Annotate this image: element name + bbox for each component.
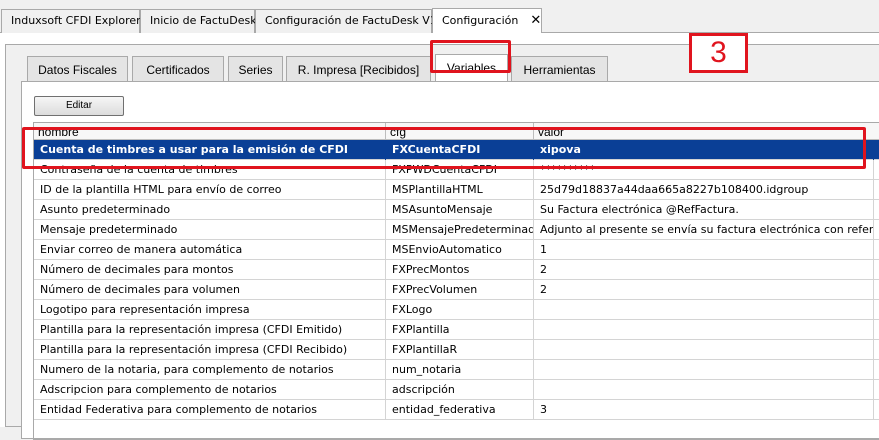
table-row[interactable]: Logotipo para representación impresa FXLo… — [34, 300, 879, 320]
cell-nombre: Numero de la notaria, para complemento d… — [34, 360, 386, 380]
table-row[interactable]: Asunto predeterminado MSAsuntoMensaje Su F… — [34, 200, 879, 220]
table-row[interactable]: Mensaje predeterminado MSMensajePredeterm… — [34, 220, 879, 240]
cell-valor: 25d79d18837a44daa665a8227b108400.idgroup — [534, 180, 874, 200]
grid-rows: Cuenta de timbres a usar para la emisión… — [34, 140, 879, 420]
table-row[interactable]: Enviar correo de manera automática MSEnvi… — [34, 240, 879, 260]
close-icon[interactable]: ✕ — [530, 13, 541, 28]
step-number-badge: 3 — [689, 33, 748, 73]
cell-cfg: FXLogo — [386, 300, 534, 320]
tab-label: Induxsoft CFDI Explorer — [11, 14, 141, 27]
cell-cfg: entidad_federativa — [386, 400, 534, 420]
table-row[interactable]: Numero de la notaria, para complemento d… — [34, 360, 879, 380]
tab-label: Herramientas — [523, 63, 596, 77]
cell-valor: 1 — [534, 240, 874, 260]
cell-valor: 2 — [534, 260, 874, 280]
tab-herramientas[interactable]: Herramientas — [511, 56, 608, 81]
cell-valor: 2 — [534, 280, 874, 300]
tab-label: Datos Fiscales — [38, 63, 117, 77]
cell-nombre: Número de decimales para montos — [34, 260, 386, 280]
tab-label: Certificados — [146, 63, 210, 77]
cell-cfg: FXPrecVolumen — [386, 280, 534, 300]
cell-valor: Su Factura electrónica @RefFactura. — [534, 200, 874, 220]
tab-inicio-factudesk[interactable]: Inicio de FactuDesk — [140, 9, 257, 33]
variables-grid[interactable]: nombre cfg valor Cuenta de timbres a usa… — [33, 122, 879, 440]
cell-cfg: FXPlantillaR — [386, 340, 534, 360]
table-row[interactable]: Número de decimales para montos FXPrecMon… — [34, 260, 879, 280]
cell-nombre: Logotipo para representación impresa — [34, 300, 386, 320]
table-row[interactable]: Número de decimales para volumen FXPrecVo… — [34, 280, 879, 300]
tab-configuracion[interactable]: Configuración ✕ — [432, 8, 542, 33]
cell-valor: 3 — [534, 400, 874, 420]
cell-nombre: Número de decimales para volumen — [34, 280, 386, 300]
table-row[interactable]: Adscripcion para complemento de notarios… — [34, 380, 879, 400]
cell-cfg: adscripción — [386, 380, 534, 400]
rows-highlight — [22, 127, 866, 169]
cell-nombre: Mensaje predeterminado — [34, 220, 386, 240]
cell-cfg: FXPlantilla — [386, 320, 534, 340]
configuration-panel: Datos Fiscales Certificados Series R. Im… — [0, 33, 879, 440]
tab-series[interactable]: Series — [228, 56, 283, 81]
tab-label: Configuración de FactuDesk V10 — [265, 14, 444, 27]
tab-configuracion-factudesk-v10[interactable]: Configuración de FactuDesk V10 — [255, 9, 444, 33]
cell-cfg: MSPlantillaHTML — [386, 180, 534, 200]
cell-nombre: Plantilla para la representación impresa… — [34, 340, 386, 360]
table-row[interactable]: Entidad Federativa para complemento de n… — [34, 400, 879, 420]
tab-r-impresa-recibidos[interactable]: R. Impresa [Recibidos] — [286, 56, 431, 81]
table-row[interactable]: ID de la plantilla HTML para envío de co… — [34, 180, 879, 200]
cell-nombre: Plantilla para la representación impresa… — [34, 320, 386, 340]
table-row[interactable]: Plantilla para la representación impresa… — [34, 320, 879, 340]
tab-label: Series — [238, 63, 273, 77]
cell-valor: Adjunto al presente se envía su factura … — [534, 220, 874, 240]
settings-container: Datos Fiscales Certificados Series R. Im… — [5, 44, 879, 440]
cell-nombre: ID de la plantilla HTML para envío de co… — [34, 180, 386, 200]
tab-certificados[interactable]: Certificados — [132, 56, 224, 81]
variables-tab-highlight — [430, 40, 511, 73]
tab-label: R. Impresa [Recibidos] — [297, 63, 420, 77]
cell-cfg: FXPrecMontos — [386, 260, 534, 280]
cell-nombre: Adscripcion para complemento de notarios — [34, 380, 386, 400]
cell-cfg: MSEnvioAutomatico — [386, 240, 534, 260]
tab-label: Configuración — [442, 14, 519, 27]
table-row[interactable]: Plantilla para la representación impresa… — [34, 340, 879, 360]
cell-valor — [534, 320, 874, 340]
cell-cfg: num_notaria — [386, 360, 534, 380]
tab-label: Inicio de FactuDesk — [150, 14, 257, 27]
cell-valor — [534, 380, 874, 400]
tab-datos-fiscales[interactable]: Datos Fiscales — [27, 56, 128, 81]
edit-button[interactable]: Editar — [34, 96, 124, 116]
cell-nombre: Entidad Federativa para complemento de n… — [34, 400, 386, 420]
cell-valor — [534, 340, 874, 360]
cell-cfg: MSMensajePredeterminado — [386, 220, 534, 240]
cell-cfg: MSAsuntoMensaje — [386, 200, 534, 220]
tab-induxsoft-cfdi-explorer[interactable]: Induxsoft CFDI Explorer — [1, 9, 141, 33]
cell-valor — [534, 300, 874, 320]
cell-nombre: Asunto predeterminado — [34, 200, 386, 220]
cell-nombre: Enviar correo de manera automática — [34, 240, 386, 260]
document-tab-bar: Induxsoft CFDI Explorer Inicio de FactuD… — [0, 0, 879, 33]
cell-valor — [534, 360, 874, 380]
